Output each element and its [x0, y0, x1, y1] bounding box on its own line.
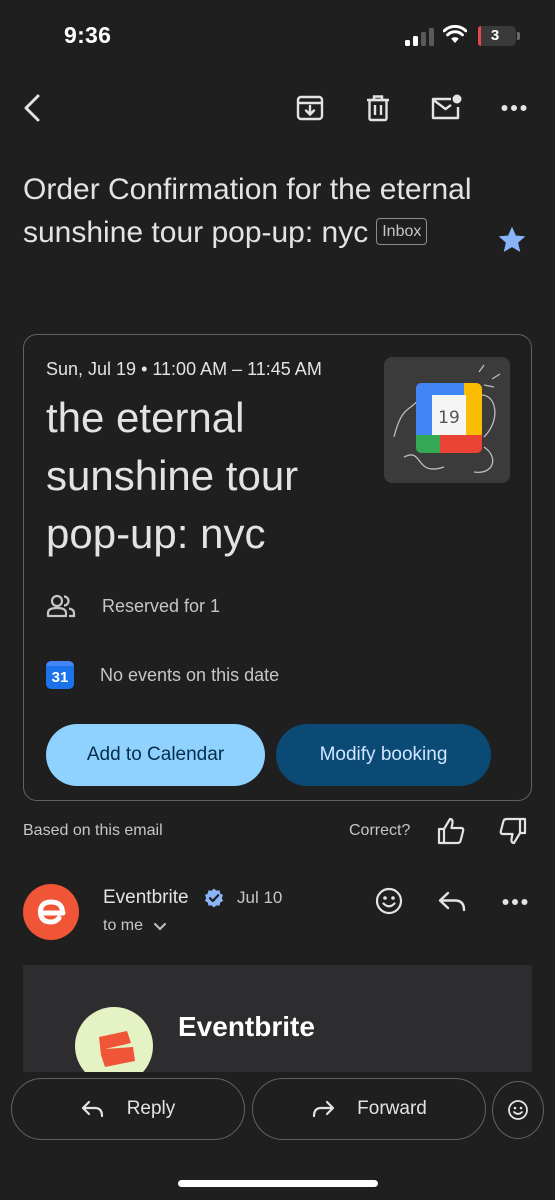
- body-brand-name: Eventbrite: [178, 1011, 315, 1042]
- calendar-status-row: 31 No events on this date: [46, 661, 279, 689]
- inbox-label-chip[interactable]: Inbox: [376, 217, 428, 245]
- emoji-icon: [375, 887, 403, 915]
- reply-icon: [438, 891, 466, 912]
- home-indicator: [178, 1180, 378, 1187]
- delete-button[interactable]: [356, 86, 400, 130]
- event-date-time: Sun, Jul 19 • 11:00 AM – 11:45 AM: [46, 359, 322, 379]
- eventbrite-logo: [75, 1007, 153, 1075]
- archive-icon: [296, 95, 324, 121]
- sender-name[interactable]: Eventbrite: [103, 887, 189, 909]
- modify-booking-button[interactable]: Modify booking: [276, 724, 491, 786]
- battery-indicator: 3: [478, 26, 520, 46]
- status-time: 9:36: [64, 22, 112, 48]
- google-calendar-icon: 31: [46, 661, 74, 689]
- forward-icon: [311, 1099, 335, 1119]
- more-options-button[interactable]: [492, 86, 536, 130]
- email-subject: Order Confirmation for the eternal sunsh…: [23, 168, 483, 254]
- calendar-status-text: No events on this date: [100, 664, 280, 685]
- event-thumbnail: 19: [384, 357, 510, 483]
- reserved-row: Reserved for 1: [46, 593, 220, 619]
- thumbs-up-button[interactable]: [436, 816, 468, 848]
- add-to-calendar-button[interactable]: Add to Calendar: [46, 724, 265, 786]
- event-title: the eternal sunshine tour pop-up: nyc: [46, 394, 299, 557]
- reply-label: Reply: [126, 1098, 176, 1119]
- back-arrow-icon: [24, 94, 40, 122]
- thumbs-up-icon: [437, 817, 465, 845]
- people-icon: [46, 594, 76, 618]
- bottom-action-bar: Reply Forward: [0, 1072, 555, 1200]
- more-icon: [502, 899, 528, 905]
- mark-unread-button[interactable]: [424, 86, 468, 130]
- battery-cap: [517, 32, 520, 40]
- reply-button[interactable]: Reply: [11, 1078, 245, 1140]
- thumbs-down-button[interactable]: [498, 816, 530, 848]
- recipient-text: to me: [103, 917, 144, 934]
- based-on-email-text: Based on this email: [23, 822, 163, 839]
- verified-badge-icon: [205, 888, 223, 908]
- back-button[interactable]: [10, 86, 54, 130]
- trash-icon: [367, 95, 389, 122]
- email-body-preview: Eventbrite: [23, 965, 532, 1075]
- thumbs-down-icon: [499, 817, 527, 845]
- forward-button[interactable]: Forward: [252, 1078, 486, 1140]
- more-icon: [501, 105, 527, 111]
- correct-question-text: Correct?: [349, 822, 411, 839]
- reply-icon-button[interactable]: [437, 886, 469, 918]
- reply-icon: [81, 1099, 105, 1119]
- emoji-icon: [508, 1100, 528, 1120]
- eventbrite-e-icon: [37, 899, 66, 925]
- recipient-details-toggle[interactable]: to me: [103, 917, 167, 935]
- event-card: Sun, Jul 19 • 11:00 AM – 11:45 AM the et…: [23, 334, 532, 801]
- star-icon[interactable]: [496, 224, 528, 256]
- chevron-down-icon: [154, 923, 167, 931]
- mark-unread-icon: [431, 94, 462, 120]
- signal-icon: [405, 28, 434, 46]
- react-button[interactable]: [492, 1081, 544, 1139]
- reserved-text: Reserved for 1: [102, 595, 221, 616]
- archive-button[interactable]: [288, 86, 332, 130]
- battery-level: 3: [490, 27, 500, 44]
- email-date: Jul 10: [237, 888, 283, 907]
- forward-label: Forward: [357, 1098, 427, 1119]
- sender-avatar[interactable]: [23, 884, 79, 940]
- message-more-button[interactable]: [499, 886, 531, 918]
- wifi-icon: [443, 25, 467, 43]
- calendar-illustration-icon: 19: [393, 364, 501, 473]
- thumbnail-day: 19: [438, 408, 460, 428]
- eventbrite-mark-icon: [99, 1031, 135, 1067]
- add-reaction-button[interactable]: [374, 886, 406, 918]
